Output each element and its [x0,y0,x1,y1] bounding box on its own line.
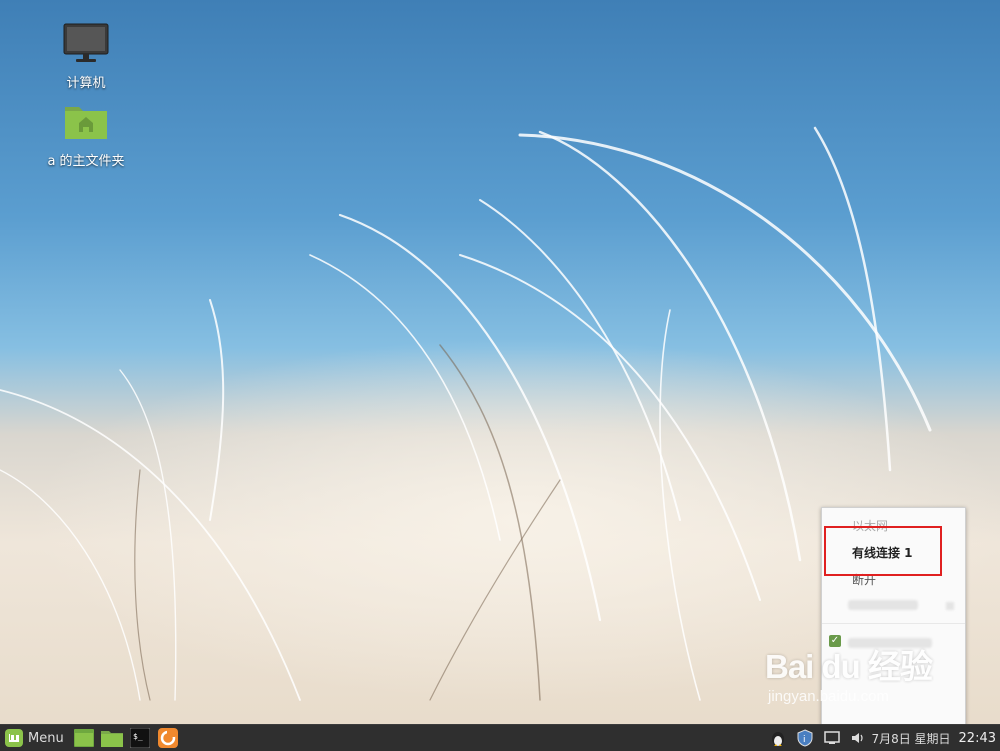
menu-separator [822,623,965,624]
menu-button[interactable]: Menu [0,725,70,751]
desktop-icon-home-folder[interactable]: a 的主文件夹 [31,102,141,169]
blurred-menu-item[interactable] [848,600,918,610]
home-folder-icon [65,107,107,139]
menu-label: Menu [28,730,64,746]
firefox-launcher[interactable] [157,727,179,749]
watermark-url: jingyan.baidu.com [768,688,889,705]
shield-update-icon: i [797,729,813,747]
mint-logo-icon [5,729,23,747]
firefox-icon [157,728,178,748]
taskbar: Menu $_ i 7月8日 星期日 22:43 [0,724,1000,751]
desktop-icon-computer[interactable]: 计算机 [31,22,141,91]
terminal-icon: $_ [129,728,150,748]
tray-volume[interactable] [850,730,866,746]
network-icon [824,731,841,744]
files-icon [100,731,123,747]
watermark-main: Bai du 经验 [765,648,933,685]
show-desktop-launcher[interactable] [73,727,95,749]
files-launcher[interactable] [100,727,123,749]
clock-date[interactable]: 7月8日 星期日 [871,730,950,747]
computer-monitor-icon [63,23,109,62]
baidu-watermark: Bai du 经验 jingyan.baidu.com [765,640,955,705]
clock-time[interactable]: 22:43 [959,731,996,746]
show-desktop-icon [73,729,94,747]
tray-update-manager[interactable]: i [796,729,814,747]
desktop-icon-label: a 的主文件夹 [47,154,125,169]
svg-text:i: i [803,735,806,745]
tray-tux[interactable] [770,729,786,747]
highlight-annotation-box [824,526,942,576]
system-tray: i 7月8日 星期日 22:43 [765,725,1000,751]
volume-icon [852,733,864,743]
terminal-launcher[interactable]: $_ [129,727,151,749]
blurred-arrow [946,602,954,610]
svg-text:$_: $_ [133,732,143,741]
desktop-icon-label: 计算机 [66,76,106,91]
linux-tux-icon [772,732,785,746]
tray-network[interactable] [824,730,841,746]
